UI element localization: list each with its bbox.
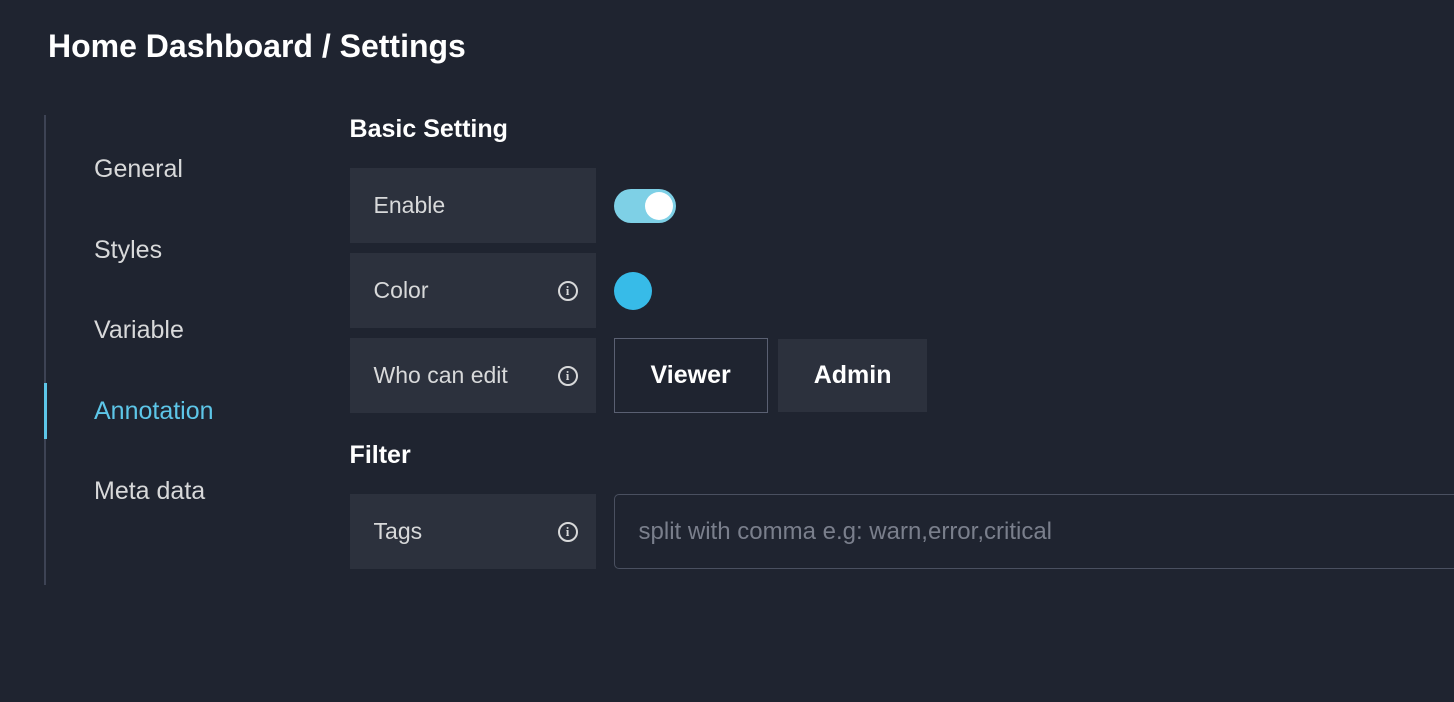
who-can-edit-label-text: Who can edit (374, 362, 508, 389)
info-icon[interactable] (558, 522, 578, 542)
tags-label-text: Tags (374, 518, 423, 545)
who-can-edit-row: Who can edit Viewer Admin (350, 338, 1454, 413)
filter-title: Filter (350, 441, 1454, 470)
sidebar-item-annotation[interactable]: Annotation (46, 371, 258, 452)
enable-label: Enable (350, 168, 596, 243)
sidebar-item-styles[interactable]: Styles (46, 210, 258, 291)
info-icon[interactable] (558, 281, 578, 301)
enable-row: Enable (350, 168, 1454, 243)
who-can-edit-label: Who can edit (350, 338, 596, 413)
color-swatch[interactable] (614, 272, 652, 310)
sidebar-item-metadata[interactable]: Meta data (46, 451, 258, 532)
sidebar-item-variable[interactable]: Variable (46, 290, 258, 371)
sidebar-item-general[interactable]: General (46, 129, 258, 210)
tags-row: Tags (350, 494, 1454, 569)
basic-setting-title: Basic Setting (350, 115, 1454, 144)
color-label: Color (350, 253, 596, 328)
color-row: Color (350, 253, 1454, 328)
viewer-button[interactable]: Viewer (614, 338, 768, 413)
enable-toggle[interactable] (614, 189, 676, 223)
admin-button[interactable]: Admin (778, 339, 928, 412)
tags-input[interactable] (614, 494, 1454, 569)
breadcrumb: Home Dashboard / Settings (0, 0, 1454, 65)
settings-sidebar: General Styles Variable Annotation Meta … (44, 115, 258, 585)
tags-label: Tags (350, 494, 596, 569)
info-icon[interactable] (558, 366, 578, 386)
settings-main: Basic Setting Enable Color Who can edi (258, 115, 1454, 585)
color-label-text: Color (374, 277, 429, 304)
enable-label-text: Enable (374, 192, 446, 219)
